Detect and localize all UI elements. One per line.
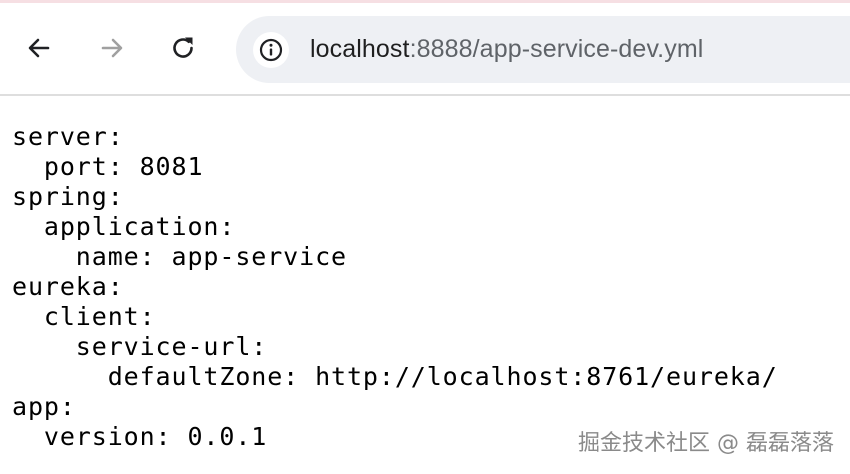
yaml-line: version: 0.0.1 bbox=[12, 422, 268, 451]
url-host: localhost bbox=[310, 35, 410, 63]
yaml-line: name: app-service bbox=[12, 242, 347, 271]
arrow-right-icon bbox=[101, 38, 123, 58]
forward-button[interactable] bbox=[94, 30, 130, 66]
page-content: server: port: 8081 spring: application: … bbox=[0, 96, 850, 474]
yaml-line: defaultZone: http://localhost:8761/eurek… bbox=[12, 362, 778, 391]
yaml-line: app: bbox=[12, 392, 76, 421]
address-bar[interactable]: localhost:8888/app-service-dev.yml bbox=[236, 16, 850, 83]
browser-toolbar: localhost:8888/app-service-dev.yml bbox=[0, 3, 850, 94]
yaml-line: application: bbox=[12, 212, 236, 241]
yaml-line: port: 8081 bbox=[12, 152, 204, 181]
back-button[interactable] bbox=[21, 30, 57, 66]
refresh-icon bbox=[173, 37, 193, 58]
yaml-line: server: bbox=[12, 122, 124, 151]
site-info-button[interactable] bbox=[253, 32, 289, 68]
arrow-left-icon bbox=[28, 38, 50, 58]
yaml-line: eureka: bbox=[12, 272, 124, 301]
url-path: :8888/app-service-dev.yml bbox=[409, 35, 704, 63]
yaml-line: service-url: bbox=[12, 332, 268, 361]
watermark: 掘金技术社区 @ 磊磊落落 bbox=[578, 431, 834, 456]
yaml-document: server: port: 8081 spring: application: … bbox=[12, 122, 778, 452]
info-circle-icon bbox=[259, 38, 283, 62]
yaml-line: client: bbox=[12, 302, 156, 331]
reload-button[interactable] bbox=[165, 30, 201, 66]
yaml-line: spring: bbox=[12, 182, 124, 211]
url-text[interactable]: localhost:8888/app-service-dev.yml bbox=[310, 34, 703, 64]
